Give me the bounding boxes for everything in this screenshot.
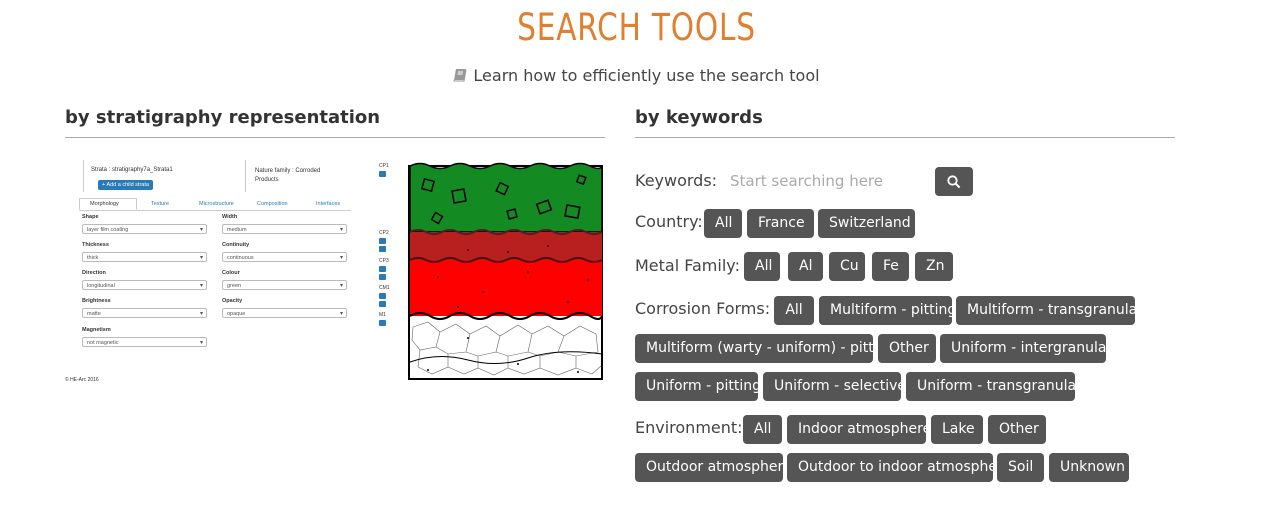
metal-fe-tag[interactable]: Fe bbox=[872, 252, 909, 281]
magnetism-label: Magnetism bbox=[82, 327, 111, 333]
search-button[interactable] bbox=[935, 167, 973, 196]
stratigraphy-editor[interactable]: Strata : stratigraphy7a_Strata1 + Add a … bbox=[65, 150, 605, 400]
layer-label-cm1: CM1 bbox=[379, 285, 390, 291]
opacity-select[interactable]: opaque bbox=[222, 308, 347, 319]
metal-all-tag[interactable]: All bbox=[744, 252, 780, 281]
layer-cp2-up-button[interactable] bbox=[379, 238, 386, 244]
direction-label: Direction bbox=[82, 270, 106, 276]
metal-family-label: Metal Family: bbox=[635, 256, 740, 275]
metal-al-tag[interactable]: Al bbox=[788, 252, 823, 281]
tab-interfaces[interactable]: Interfaces bbox=[316, 201, 340, 207]
metal-cu-tag[interactable]: Cu bbox=[829, 252, 865, 281]
layer-cp1-button[interactable] bbox=[379, 171, 386, 177]
help-link-text[interactable]: Learn how to efficiently use the search … bbox=[473, 66, 819, 85]
metal-zn-tag[interactable]: Zn bbox=[915, 252, 953, 281]
layer-cp3-down-button[interactable] bbox=[379, 274, 386, 280]
environment-unknown-tag[interactable]: Unknown bbox=[1049, 453, 1129, 482]
layer-cp3-up-button[interactable] bbox=[379, 266, 386, 272]
copyright: © HE-Arc 2016 bbox=[65, 377, 99, 383]
corrosion-multiform-warty-tag[interactable]: Multiform (warty - uniform) - pitting bbox=[635, 334, 895, 363]
opacity-label: Opacity bbox=[222, 298, 243, 304]
corrosion-uniform-transgranular-tag[interactable]: Uniform - transgranular bbox=[906, 372, 1082, 401]
environment-outdoor-atmosphere-tag[interactable]: Outdoor atmosphere bbox=[635, 453, 792, 482]
continuity-label: Continuity bbox=[222, 242, 250, 248]
country-all-tag[interactable]: All bbox=[704, 209, 742, 238]
divider bbox=[65, 137, 605, 138]
shape-select[interactable]: layer film coating bbox=[82, 224, 207, 235]
layer-cm1-up-button[interactable] bbox=[379, 293, 386, 299]
tab-microstructure[interactable]: Microstructure bbox=[199, 201, 234, 207]
colour-label: Colour bbox=[222, 270, 240, 276]
environment-label: Environment: bbox=[635, 418, 743, 437]
book-icon bbox=[453, 69, 467, 82]
strata-name: Strata : stratigraphy7a_Strata1 bbox=[91, 167, 173, 173]
keywords-section-title: by keywords bbox=[635, 107, 763, 128]
corrosion-uniform-intergranular-tag[interactable]: Uniform - intergranular bbox=[940, 334, 1112, 363]
corrosion-other-tag[interactable]: Other bbox=[878, 334, 936, 363]
shape-label: Shape bbox=[82, 214, 99, 220]
environment-all-tag[interactable]: All bbox=[743, 415, 782, 444]
width-select[interactable]: medium bbox=[222, 224, 347, 235]
layer-label-cp3: CP3 bbox=[379, 258, 389, 264]
corrosion-forms-label: Corrosion Forms: bbox=[635, 299, 771, 318]
layer-m1-button[interactable] bbox=[379, 320, 386, 326]
environment-indoor-atmosphere-tag[interactable]: Indoor atmosphere bbox=[787, 415, 931, 444]
thickness-label: Thickness bbox=[82, 242, 109, 248]
divider bbox=[635, 137, 1175, 138]
country-france-tag[interactable]: France bbox=[747, 209, 814, 238]
brightness-select[interactable]: matte bbox=[82, 308, 207, 319]
continuity-select[interactable]: continuous bbox=[222, 252, 347, 263]
add-child-strata-button[interactable]: + Add a child strata bbox=[98, 180, 153, 190]
search-input[interactable] bbox=[720, 165, 925, 197]
stratigraphy-section-title: by stratigraphy representation bbox=[65, 107, 381, 128]
brightness-label: Brightness bbox=[82, 298, 111, 304]
magnetism-select[interactable]: not magnetic bbox=[82, 337, 207, 348]
divider bbox=[245, 160, 246, 192]
tab-morphology[interactable]: Morphology bbox=[90, 201, 119, 207]
corrosion-multiform-transgranular-tag[interactable]: Multiform - transgranular bbox=[956, 296, 1143, 325]
environment-other-tag[interactable]: Other bbox=[988, 415, 1046, 444]
nature-family: Nature family : Corroded Products bbox=[255, 168, 321, 183]
colour-select[interactable]: green bbox=[222, 280, 347, 291]
environment-lake-tag[interactable]: Lake bbox=[931, 415, 983, 444]
search-icon bbox=[947, 175, 961, 189]
layer-cp2-down-button[interactable] bbox=[379, 246, 386, 252]
layer-label-cp2: CP2 bbox=[379, 230, 389, 236]
direction-select[interactable]: longitudinal bbox=[82, 280, 207, 291]
stratigraphy-diagram[interactable] bbox=[408, 162, 604, 380]
thickness-select[interactable]: thick bbox=[82, 252, 207, 263]
page-title: SEARCH TOOLS bbox=[517, 6, 756, 49]
environment-soil-tag[interactable]: Soil bbox=[997, 453, 1044, 482]
layer-label-m1: M1 bbox=[379, 312, 386, 318]
divider bbox=[83, 160, 84, 192]
corrosion-uniform-selective-tag[interactable]: Uniform - selective bbox=[763, 372, 906, 401]
layer-cm1-down-button[interactable] bbox=[379, 301, 386, 307]
corrosion-uniform-pitting-tag[interactable]: Uniform - pitting bbox=[635, 372, 761, 401]
corrosion-all-tag[interactable]: All bbox=[774, 296, 814, 325]
keywords-label: Keywords: bbox=[635, 171, 718, 190]
country-switzerland-tag[interactable]: Switzerland bbox=[818, 209, 915, 238]
country-label: Country: bbox=[635, 212, 703, 231]
tab-composition[interactable]: Composition bbox=[257, 201, 288, 207]
tab-texture[interactable]: Texture bbox=[151, 201, 169, 207]
layer-label-cp1: CP1 bbox=[379, 163, 389, 169]
help-link[interactable]: Learn how to efficiently use the search … bbox=[0, 66, 1273, 85]
width-label: Width bbox=[222, 214, 238, 220]
corrosion-multiform-pitting-tag[interactable]: Multiform - pitting bbox=[819, 296, 956, 325]
add-child-label: Add a child strata bbox=[106, 182, 149, 188]
environment-outdoor-to-indoor-tag[interactable]: Outdoor to indoor atmosphere bbox=[787, 453, 1011, 482]
